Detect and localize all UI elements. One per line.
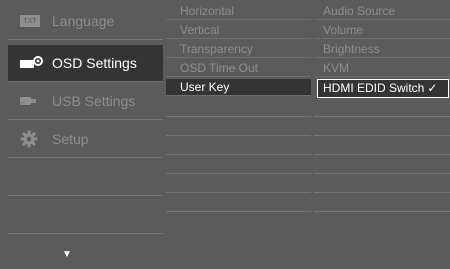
- gear-icon: [20, 130, 48, 148]
- user-key-options: Audio Source Volume Brightness KVM HDMI …: [314, 3, 450, 265]
- option-brightness[interactable]: Brightness: [314, 41, 450, 58]
- submenu-item-horizontal[interactable]: Horizontal: [166, 3, 311, 20]
- main-menu: TXT Language OSD Settings USB Settings S…: [8, 3, 163, 265]
- language-icon: TXT: [20, 15, 48, 27]
- menu-item-label: OSD Settings: [52, 55, 137, 71]
- divider: [166, 173, 311, 174]
- scroll-down-arrow-icon[interactable]: ▼: [62, 249, 72, 260]
- divider: [166, 154, 311, 155]
- option-kvm[interactable]: KVM: [314, 60, 450, 77]
- submenu-item-osd-time-out[interactable]: OSD Time Out: [166, 60, 311, 77]
- menu-item-label: USB Settings: [52, 93, 136, 109]
- osd-settings-submenu: Horizontal Vertical Transparency OSD Tim…: [166, 3, 311, 265]
- checkmark-icon: ✓: [427, 81, 438, 95]
- osd-menu: TXT Language OSD Settings USB Settings S…: [0, 0, 450, 269]
- menu-item-label: Language: [52, 13, 115, 29]
- option-label: HDMI EDID Switch: [323, 81, 425, 95]
- submenu-item-transparency[interactable]: Transparency: [166, 41, 311, 58]
- option-hdmi-edid-switch[interactable]: HDMI EDID Switch ✓: [317, 79, 449, 98]
- menu-item-setup[interactable]: Setup: [8, 121, 163, 158]
- menu-item-label: Setup: [52, 131, 89, 147]
- divider: [166, 192, 311, 193]
- divider: [166, 135, 311, 136]
- divider: [314, 173, 450, 174]
- osd-settings-icon: [20, 56, 48, 70]
- divider: [314, 154, 450, 155]
- divider: [314, 192, 450, 193]
- option-volume[interactable]: Volume: [314, 22, 450, 39]
- menu-item-language[interactable]: TXT Language: [8, 3, 163, 40]
- divider: [314, 135, 450, 136]
- empty-menu-slot: [8, 197, 163, 234]
- divider: [314, 211, 450, 212]
- option-audio-source[interactable]: Audio Source: [314, 3, 450, 20]
- menu-item-usb-settings[interactable]: USB Settings: [8, 83, 163, 120]
- divider: [166, 211, 311, 212]
- menu-item-osd-settings[interactable]: OSD Settings: [8, 45, 163, 82]
- divider: [166, 116, 311, 117]
- submenu-item-vertical[interactable]: Vertical: [166, 22, 311, 39]
- submenu-item-user-key[interactable]: User Key: [166, 79, 311, 96]
- usb-icon: [20, 96, 48, 106]
- divider: [314, 116, 450, 117]
- empty-menu-slot: [8, 159, 163, 196]
